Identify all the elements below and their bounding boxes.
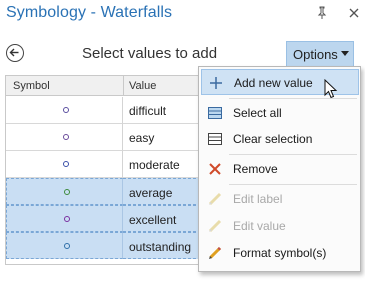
options-button[interactable]: Options [286,41,354,67]
close-icon[interactable] [348,6,360,20]
value-text: average [129,186,173,200]
value-text: easy [129,131,155,145]
menu-item-clear-selection[interactable]: Clear selection [201,126,359,152]
point-symbol-icon [63,161,69,167]
table-row[interactable]: excellent [6,205,211,232]
table-row[interactable]: outstanding [6,232,211,259]
table-row[interactable]: average [6,178,211,205]
value-text: difficult [129,104,167,118]
menu-item-select-all[interactable]: Select all [201,100,359,126]
menu-item-label: Edit value [233,219,286,233]
symbol-cell[interactable] [6,151,123,178]
table-row[interactable]: easy [6,124,211,151]
back-arrow-icon[interactable] [6,44,24,62]
values-grid: Symbol Value difficult easy moderate averag… [5,75,215,265]
symbol-cell[interactable] [6,178,123,205]
chevron-down-icon [341,51,349,56]
format-pencil-icon [209,246,222,259]
point-symbol-icon [63,107,69,113]
menu-item-label: Format symbol(s) [233,246,327,260]
toolbar-title: Select values to add [82,45,218,62]
point-symbol-icon [63,134,69,140]
pin-icon[interactable] [316,6,328,20]
symbol-cell[interactable] [6,97,123,124]
menu-item-format-symbols[interactable]: Format symbol(s) [201,240,359,266]
value-text: excellent [129,213,177,227]
column-header-symbol[interactable]: Symbol [13,80,50,92]
remove-x-icon [209,163,221,175]
menu-item-label: Clear selection [233,132,313,146]
menu-item-label: Add new value [234,76,313,90]
column-header-value[interactable]: Value [129,80,156,92]
value-text: outstanding [129,240,192,254]
menu-item-label: Select all [233,106,282,120]
menu-item-edit-label[interactable]: Edit label [201,186,359,212]
pane-title: Symbology - Waterfalls [6,4,173,21]
pencil-icon [208,192,222,206]
plus-icon [210,77,222,89]
menu-item-edit-value[interactable]: Edit value [201,213,359,239]
column-divider[interactable] [123,76,124,96]
menu-item-label: Edit label [233,192,283,206]
point-symbol-icon [64,189,70,195]
symbol-cell[interactable] [6,205,123,232]
clear-selection-icon [208,133,222,145]
point-symbol-icon [64,216,70,222]
options-label: Options [293,47,338,62]
symbol-cell[interactable] [6,232,123,259]
select-all-icon [208,107,222,119]
menu-item-label: Remove [233,162,278,176]
table-row[interactable]: moderate [6,151,211,178]
menu-separator [229,184,357,185]
mouse-pointer-icon [324,79,338,99]
table-row[interactable]: difficult [6,97,211,124]
point-symbol-icon [64,243,70,249]
symbol-cell[interactable] [6,124,123,151]
menu-separator [229,154,357,155]
value-text: moderate [129,158,180,172]
grid-header: Symbol Value [6,76,211,96]
pane-header: Symbology - Waterfalls [0,0,365,30]
pencil-icon [208,219,222,233]
menu-item-remove[interactable]: Remove [201,156,359,182]
